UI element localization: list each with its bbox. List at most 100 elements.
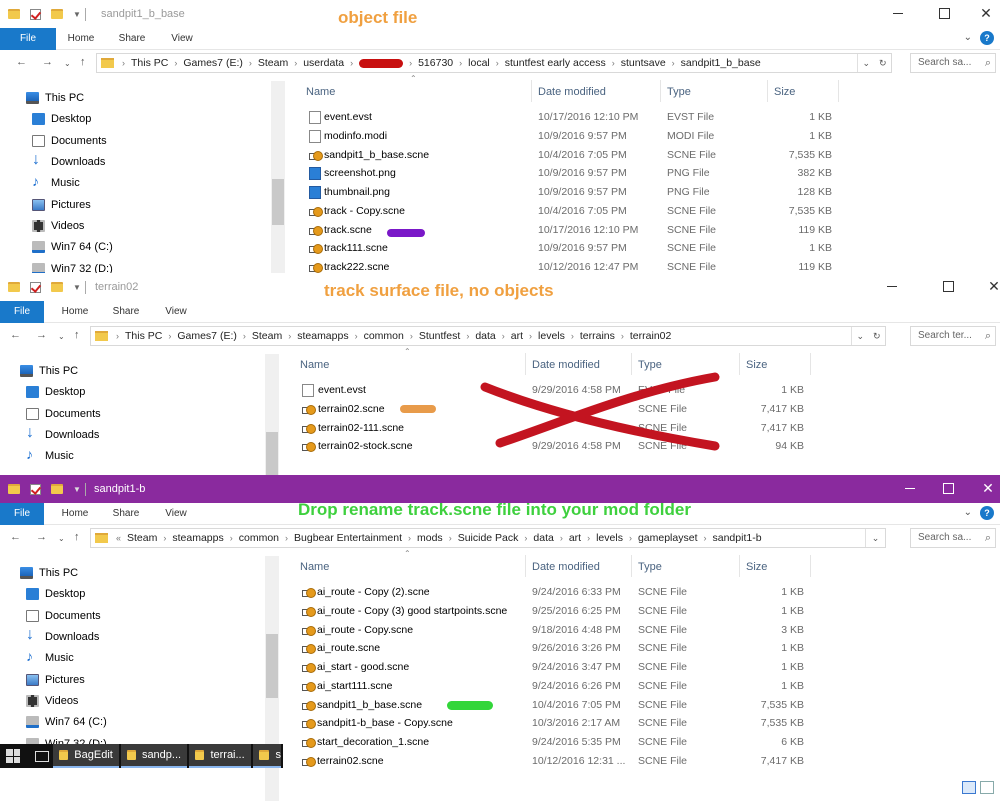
breadcrumb[interactable]: Stuntfest xyxy=(419,330,460,342)
tab-share[interactable]: Share xyxy=(110,28,154,50)
tab-home[interactable]: Home xyxy=(52,503,98,525)
file-row[interactable]: track.scne 10/17/2016 12:10 PM SCNE File 11… xyxy=(0,221,1000,240)
column-header-type[interactable]: Type xyxy=(638,553,662,581)
minimize-button[interactable] xyxy=(900,478,920,498)
history-chevron-icon[interactable]: ⌄ xyxy=(862,58,870,69)
breadcrumb[interactable]: common xyxy=(239,532,279,544)
file-row[interactable]: thumbnail.png 10/9/2016 9:57 PM PNG File 12… xyxy=(0,183,1000,202)
breadcrumb[interactable]: sandpit1_b_base xyxy=(681,57,761,69)
address-bar[interactable]: « Steam › steamapps › common › Bugbear Ente… xyxy=(90,528,886,548)
file-row[interactable]: track111.scne 10/9/2016 9:57 PM SCNE File 1… xyxy=(0,239,1000,258)
file-row[interactable]: ai_route.scne 9/26/2016 3:26 PM SCNE File 1… xyxy=(0,639,1000,658)
title-bar[interactable]: ▼ sandpit1-b ✕ xyxy=(0,475,1000,503)
new-folder-icon[interactable] xyxy=(51,282,63,292)
tab-share[interactable]: Share xyxy=(104,301,148,323)
taskbar-item-terrain[interactable]: terrai... xyxy=(189,744,251,768)
address-bar[interactable]: › This PC › Games7 (E:) › Steam › steamapps… xyxy=(90,326,886,346)
sidebar-item-this-pc[interactable]: This PC xyxy=(20,360,78,381)
title-bar[interactable]: ▼ sandpit1_b_base object file ✕ xyxy=(0,0,1000,28)
breadcrumb[interactable]: gameplayset xyxy=(638,532,698,544)
file-row[interactable]: ai_start - good.scne 9/24/2016 3:47 PM SCN… xyxy=(0,658,1000,677)
file-row[interactable]: sandpit1-b_base - Copy.scne 10/3/2016 2:1… xyxy=(0,714,1000,733)
column-header-date[interactable]: Date modified xyxy=(532,553,600,581)
breadcrumb[interactable]: stuntsave xyxy=(621,57,666,69)
breadcrumb[interactable]: steamapps xyxy=(172,532,223,544)
properties-check-icon[interactable] xyxy=(30,281,41,293)
file-row[interactable]: track222.scne 10/12/2016 12:47 PM SCNE Fil… xyxy=(0,258,1000,274)
file-row[interactable]: event.evst 10/17/2016 12:10 PM EVST File 1 … xyxy=(0,108,1000,127)
taskbar-item-sandpit[interactable]: sandp... xyxy=(120,744,188,768)
help-icon[interactable]: ? xyxy=(980,506,994,520)
expand-ribbon-chevron-icon[interactable]: ⌄ xyxy=(964,32,972,43)
column-header-type[interactable]: Type xyxy=(667,78,691,106)
breadcrumb[interactable]: This PC xyxy=(125,330,162,342)
column-header-name[interactable]: Name xyxy=(300,351,329,379)
search-input[interactable]: Search sa... xyxy=(910,53,996,73)
breadcrumb[interactable]: stuntfest early access xyxy=(505,57,606,69)
file-row[interactable]: sandpit1_b_base.scne 10/4/2016 7:05 PM SCN… xyxy=(0,146,1000,165)
tab-file[interactable]: File xyxy=(0,503,44,525)
breadcrumb[interactable]: Bugbear Entertainment xyxy=(294,532,402,544)
column-header-size[interactable]: Size xyxy=(746,351,767,379)
properties-check-icon[interactable] xyxy=(30,483,41,495)
tab-view[interactable]: View xyxy=(154,301,198,323)
breadcrumb[interactable]: This PC xyxy=(131,57,168,69)
column-header-name[interactable]: Name xyxy=(306,78,335,106)
breadcrumb[interactable]: Steam xyxy=(127,532,157,544)
breadcrumb[interactable]: data xyxy=(533,532,553,544)
large-icons-view-icon[interactable] xyxy=(980,781,994,794)
close-button[interactable]: ✕ xyxy=(984,276,1000,296)
recent-locations-chevron-icon[interactable]: ⌄ xyxy=(58,534,65,543)
recent-locations-chevron-icon[interactable]: ⌄ xyxy=(64,59,71,68)
file-row[interactable]: ai_start111.scne 9/24/2016 6:26 PM SCNE Fi… xyxy=(0,677,1000,696)
column-header-date[interactable]: Date modified xyxy=(538,78,606,106)
address-bar[interactable]: › This PC › Games7 (E:) › Steam › userdata ›… xyxy=(96,53,892,73)
column-header-name[interactable]: Name xyxy=(300,553,329,581)
breadcrumb[interactable]: Games7 (E:) xyxy=(177,330,237,342)
search-input[interactable]: Search sa... xyxy=(910,528,996,548)
breadcrumb[interactable]: art xyxy=(569,532,581,544)
breadcrumb[interactable]: Games7 (E:) xyxy=(183,57,243,69)
breadcrumb[interactable]: levels xyxy=(596,532,623,544)
tab-share[interactable]: Share xyxy=(104,503,148,525)
task-view-icon[interactable] xyxy=(27,744,54,768)
breadcrumb[interactable]: Steam xyxy=(252,330,282,342)
back-arrow-icon[interactable]: ← xyxy=(10,531,21,543)
tab-home[interactable]: Home xyxy=(52,301,98,323)
file-row[interactable]: ai_route - Copy (3) good startpoints.scn… xyxy=(0,602,1000,621)
properties-check-icon[interactable] xyxy=(30,8,41,20)
file-row[interactable]: screenshot.png 10/9/2016 9:57 PM PNG File 3… xyxy=(0,164,1000,183)
breadcrumb-overflow[interactable]: « xyxy=(116,533,121,543)
history-chevron-icon[interactable]: ⌄ xyxy=(872,533,880,544)
sidebar-item-this-pc[interactable]: This PC xyxy=(20,562,78,583)
customize-toolbar-chevron-icon[interactable]: ▼ xyxy=(73,283,81,292)
breadcrumb[interactable]: Suicide Pack xyxy=(458,532,519,544)
maximize-button[interactable] xyxy=(934,3,954,23)
column-header-size[interactable]: Size xyxy=(746,553,767,581)
up-arrow-icon[interactable]: ↑ xyxy=(74,329,80,341)
maximize-button[interactable] xyxy=(938,478,958,498)
refresh-icon[interactable]: ↻ xyxy=(879,58,887,69)
back-arrow-icon[interactable]: ← xyxy=(16,56,27,68)
tab-file[interactable]: File xyxy=(0,301,44,323)
title-bar[interactable]: ▼ terrain02 track surface file, no objec… xyxy=(0,273,1000,301)
file-row[interactable]: sandpit1_b_base.scne 10/4/2016 7:05 PM SCN… xyxy=(0,696,1000,715)
up-arrow-icon[interactable]: ↑ xyxy=(74,531,80,543)
minimize-button[interactable] xyxy=(882,276,902,296)
breadcrumb[interactable]: steamapps xyxy=(297,330,348,342)
new-folder-icon[interactable] xyxy=(51,484,63,494)
start-button[interactable] xyxy=(0,744,27,768)
back-arrow-icon[interactable]: ← xyxy=(10,329,21,341)
breadcrumb[interactable]: mods xyxy=(417,532,443,544)
history-chevron-icon[interactable]: ⌄ xyxy=(856,331,864,342)
file-row[interactable]: ai_route - Copy (2).scne 9/24/2016 6:33 P… xyxy=(0,583,1000,602)
tab-view[interactable]: View xyxy=(160,28,204,50)
expand-ribbon-chevron-icon[interactable]: ⌄ xyxy=(964,507,972,518)
recent-locations-chevron-icon[interactable]: ⌄ xyxy=(58,332,65,341)
new-folder-icon[interactable] xyxy=(51,9,63,19)
breadcrumb[interactable]: levels xyxy=(538,330,565,342)
breadcrumb[interactable]: terrains xyxy=(580,330,615,342)
refresh-icon[interactable]: ↻ xyxy=(873,331,881,342)
breadcrumb[interactable]: art xyxy=(511,330,523,342)
breadcrumb[interactable]: Steam xyxy=(258,57,288,69)
